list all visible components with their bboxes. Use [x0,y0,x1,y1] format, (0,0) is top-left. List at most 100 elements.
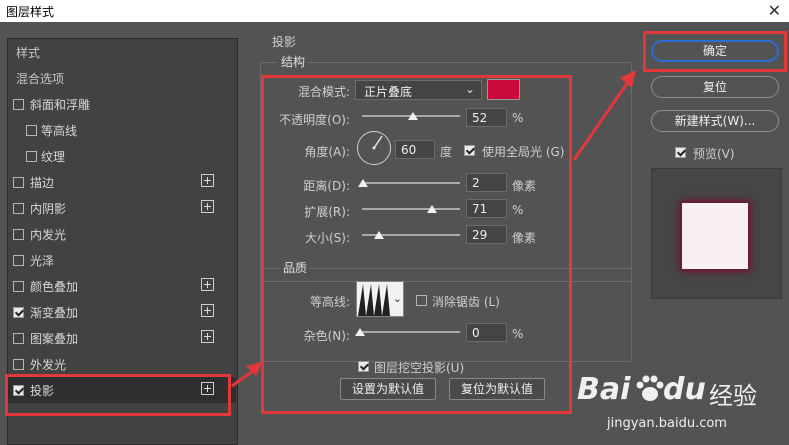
panel-title: 投影 [272,35,297,49]
sidebar-item-checkbox[interactable] [13,307,24,318]
global-light-checkbox[interactable] [464,145,475,156]
spread-value: 71 [472,202,488,216]
size-value: 29 [472,228,488,242]
sidebar-item-checkbox[interactable] [13,203,24,214]
distance-slider-track[interactable] [362,182,460,184]
spread-unit: % [512,203,524,217]
opacity-field[interactable]: 52 [466,108,507,127]
sidebar-item[interactable]: 样式 [8,39,236,65]
add-icon[interactable] [201,200,214,213]
contour-label: 等高线: [309,295,350,309]
spread-slider-track[interactable] [362,208,460,210]
opacity-unit: % [512,111,524,125]
size-slider-thumb[interactable] [374,231,384,239]
angle-value: 60 [401,143,417,157]
anti-alias-checkbox[interactable] [416,295,427,306]
sidebar-item[interactable]: 内发光 [8,221,236,247]
sidebar-item-label: 等高线 [41,124,78,138]
sidebar-item-checkbox[interactable] [13,255,24,266]
sidebar-item-label: 样式 [16,46,41,60]
sidebar-item-label: 斜面和浮雕 [30,98,91,112]
noise-slider-thumb[interactable] [355,328,365,336]
angle-indicator-icon [372,135,383,150]
sidebar-item-checkbox[interactable] [26,125,37,136]
distance-field[interactable]: 2 [466,173,507,192]
sidebar-item-label: 内发光 [30,228,67,242]
contour-picker[interactable]: ⌄ [356,281,404,317]
sidebar-item[interactable]: 斜面和浮雕 [8,91,236,117]
opacity-slider-thumb[interactable] [407,112,418,120]
make-default-button[interactable]: 设置为默认值 [340,378,436,400]
size-field[interactable]: 29 [466,225,507,244]
add-icon[interactable] [201,278,214,291]
sidebar-item-checkbox[interactable] [13,229,24,240]
sidebar-item[interactable]: 纹理 [8,143,236,169]
preview-thumbnail [651,168,782,299]
sidebar-item-checkbox[interactable] [13,359,24,370]
sidebar-item-label: 描边 [30,176,55,190]
size-unit: 像素 [512,231,537,245]
new-style-button[interactable]: 新建样式(W)... [651,110,779,132]
add-icon[interactable] [201,382,214,395]
chevron-down-icon: ⌄ [392,292,402,305]
global-light-label: 使用全局光 (G) [482,145,565,159]
blend-mode-value: 正片叠底 [364,85,413,99]
reset-button[interactable]: 复位 [651,76,779,98]
sidebar-item-label: 投影 [30,384,55,398]
sidebar-item[interactable]: 光泽 [8,247,236,273]
add-icon[interactable] [201,330,214,343]
quality-section [260,268,632,362]
sidebar-item[interactable]: 投影 [8,377,236,403]
sidebar-item-label: 光泽 [30,254,55,268]
sidebar-item[interactable]: 颜色叠加 [8,273,236,299]
sidebar-item-checkbox[interactable] [26,151,37,162]
angle-unit: 度 [440,145,453,159]
sidebar-item-label: 渐变叠加 [30,306,79,320]
add-icon[interactable] [201,304,214,317]
distance-unit: 像素 [512,179,537,193]
style-list-sidebar: 样式混合选项斜面和浮雕等高线纹理描边内阴影内发光光泽颜色叠加渐变叠加图案叠加 外发… [7,38,238,445]
sidebar-item[interactable]: 描边 [8,169,236,195]
close-icon[interactable]: ✕ [768,1,781,20]
sidebar-item-checkbox[interactable] [13,333,24,344]
sidebar-item-checkbox[interactable] [13,177,24,188]
preview-square [682,203,748,269]
sidebar-item[interactable]: 渐变叠加 [8,299,236,325]
sidebar-item-label: 纹理 [41,150,66,164]
sidebar-item[interactable]: 图案叠加 [8,325,236,351]
noise-slider-track[interactable] [362,331,460,333]
spread-label: 扩展(R): [304,205,350,219]
anti-alias-label: 消除锯齿 (L) [432,295,500,309]
watermark-brand: Bai [577,372,631,407]
noise-label: 杂色(N): [303,329,350,343]
angle-field[interactable]: 60 [395,140,435,159]
ok-button[interactable]: 确定 [651,40,779,62]
spread-slider-thumb[interactable] [426,205,437,213]
sidebar-item[interactable]: 混合选项 [8,65,236,91]
sidebar-item[interactable]: 外发光 [8,351,236,377]
reset-default-button[interactable]: 复位为默认值 [449,378,545,400]
shadow-color-swatch[interactable] [487,79,520,100]
sidebar-item-checkbox[interactable] [13,385,24,396]
knockout-checkbox[interactable] [358,361,369,372]
title-bar: 图层样式 ✕ [0,0,789,22]
distance-value: 2 [472,176,480,190]
noise-value: 0 [472,326,480,340]
noise-field[interactable]: 0 [466,323,507,342]
spread-field[interactable]: 71 [466,199,507,218]
sidebar-item[interactable]: 等高线 [8,117,236,143]
size-label: 大小(S): [304,231,350,245]
knockout-label: 图层挖空投影(U) [374,361,465,375]
preview-checkbox[interactable] [675,147,686,158]
distance-slider-thumb[interactable] [358,179,368,187]
watermark-cn: 经验 [709,382,757,410]
sidebar-item-checkbox[interactable] [13,281,24,292]
sidebar-item[interactable]: 内阴影 [8,195,236,221]
blend-mode-select[interactable]: 正片叠底 ⌄ [355,80,482,100]
sidebar-item-checkbox[interactable] [13,99,24,110]
noise-unit: % [512,327,524,341]
angle-dial[interactable] [357,131,391,165]
preview-label: 预览(V) [693,147,735,161]
add-icon[interactable] [201,174,214,187]
distance-label: 距离(D): [303,179,350,193]
